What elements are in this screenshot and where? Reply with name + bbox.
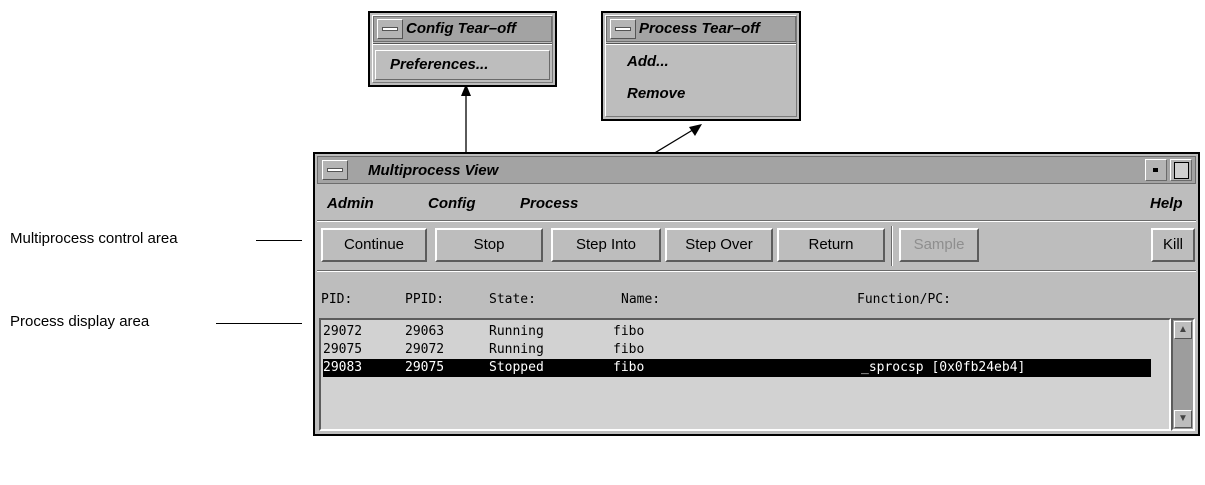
window-menu-icon[interactable] [322, 160, 348, 180]
row-ppid: 29072 [405, 342, 445, 357]
menu-item-remove[interactable]: Remove [627, 85, 685, 102]
menu-item-preferences-label: Preferences... [390, 56, 489, 73]
process-row[interactable]: 29075 29072 Running fibo [323, 341, 644, 359]
config-tearoff-titlebar[interactable]: Config Tear–off [373, 16, 552, 42]
stop-button[interactable]: Stop [435, 228, 543, 262]
scroll-up-arrow-icon[interactable]: ▲ [1174, 321, 1192, 339]
row-state: Stopped [489, 360, 544, 375]
window-titlebar[interactable]: Multiprocess View [317, 156, 1196, 184]
config-tearoff-window: Config Tear–off Preferences... [368, 11, 557, 87]
column-header-pid: PID: [321, 292, 353, 307]
scroll-down-arrow-icon[interactable]: ▼ [1174, 410, 1192, 428]
process-tearoff-window: Process Tear–off Add... Remove [601, 11, 801, 121]
menu-item-add[interactable]: Add... [627, 53, 669, 70]
row-state: Running [489, 324, 544, 339]
menu-admin[interactable]: Admin [327, 195, 374, 212]
window-title: Multiprocess View [368, 162, 499, 179]
window-menu-icon[interactable] [610, 19, 636, 39]
row-name: fibo [613, 324, 645, 339]
step-over-button[interactable]: Step Over [665, 228, 773, 262]
column-header-state: State: [489, 292, 536, 307]
column-header-name: Name: [621, 292, 661, 307]
menu-process[interactable]: Process [520, 195, 578, 212]
row-pid: 29083 [323, 360, 363, 375]
maximize-icon[interactable] [1170, 159, 1192, 181]
row-pid: 29072 [323, 324, 363, 339]
config-tearoff-title: Config Tear–off [406, 20, 517, 37]
multiprocess-view-window: Multiprocess View Admin Config Process H… [313, 152, 1200, 436]
step-into-button[interactable]: Step Into [551, 228, 661, 262]
window-menu-icon[interactable] [377, 19, 403, 39]
process-row[interactable]: 29072 29063 Running fibo [323, 323, 644, 341]
menu-item-preferences[interactable]: Preferences... [375, 50, 550, 80]
process-row-selected[interactable]: 29083 29075 Stopped fibo _sprocsp [0x0fb… [323, 359, 1151, 377]
process-tearoff-title: Process Tear–off [639, 20, 760, 37]
sample-button[interactable]: Sample [899, 228, 979, 262]
minimize-icon[interactable] [1145, 159, 1167, 181]
row-ppid: 29063 [405, 324, 445, 339]
row-ppid: 29075 [405, 360, 445, 375]
row-name: fibo [613, 342, 645, 357]
kill-button[interactable]: Kill [1151, 228, 1195, 262]
column-header-function: Function/PC: [857, 292, 951, 307]
row-pid: 29075 [323, 342, 363, 357]
vertical-scrollbar[interactable]: ▲ ▼ [1171, 318, 1195, 431]
menu-bar: Admin Config Process Help [317, 186, 1196, 218]
row-state: Running [489, 342, 544, 357]
menu-help[interactable]: Help [1150, 195, 1183, 212]
process-arrowhead [689, 124, 702, 136]
continue-button[interactable]: Continue [321, 228, 427, 262]
return-button[interactable]: Return [777, 228, 885, 262]
process-tearoff-titlebar[interactable]: Process Tear–off [606, 16, 796, 42]
column-header-ppid: PPID: [405, 292, 445, 307]
row-function: _sprocsp [0x0fb24eb4] [861, 360, 1026, 375]
row-name: fibo [613, 360, 645, 375]
menu-config[interactable]: Config [428, 195, 475, 212]
process-list[interactable]: 29072 29063 Running fibo 29075 29072 Run… [319, 318, 1171, 431]
